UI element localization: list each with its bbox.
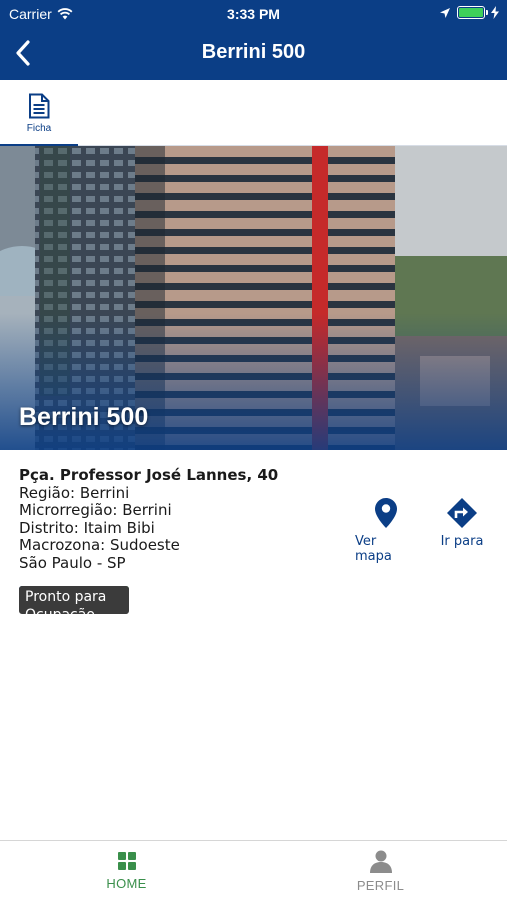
tab-perfil-label: PERFIL [356, 878, 405, 893]
bottom-tab-bar: HOME PERFIL [0, 840, 507, 900]
back-button[interactable] [6, 36, 40, 70]
directions-label: Ir para [440, 534, 484, 549]
page-title: Berrini 500 [201, 41, 306, 63]
status-time: 3:33 PM [227, 6, 280, 22]
directions-icon [447, 498, 477, 528]
top-bar: Carrier 3:33 PM Berrini 500 [0, 0, 507, 80]
cidade-text: São Paulo - SP [19, 553, 126, 572]
status-bar: Carrier 3:33 PM [0, 0, 507, 28]
location-arrow-icon [440, 7, 450, 18]
view-map-button[interactable]: Ver mapa [355, 497, 417, 564]
charging-bolt-icon [491, 6, 499, 19]
directions-button[interactable]: Ir para [431, 497, 493, 564]
tab-home[interactable]: HOME [0, 841, 253, 900]
location-actions: Ver mapa Ir para [355, 497, 493, 564]
document-icon [29, 93, 50, 118]
map-pin-icon [375, 498, 397, 528]
tab-strip: Ficha [0, 80, 507, 147]
tab-ficha[interactable]: Ficha [0, 80, 78, 147]
tab-perfil[interactable]: PERFIL [254, 841, 507, 900]
building-photo: Berrini 500 [0, 146, 507, 450]
battery-icon [457, 6, 488, 19]
tab-ficha-label: Ficha [26, 122, 52, 134]
hero-title: Berrini 500 [19, 403, 149, 431]
microrregiao-text: Microrregião: Berrini [19, 501, 172, 520]
tab-home-label: HOME [106, 876, 147, 891]
user-icon [369, 850, 392, 873]
macrozona-text: Macrozona: Sudoeste [19, 536, 180, 555]
view-map-label: Ver mapa [355, 534, 392, 564]
status-badge: Pronto para Ocupação [19, 586, 129, 623]
regiao-text: Região: Berrini [19, 483, 130, 502]
property-badges: Corporate A Pronto para Ocupação [19, 586, 129, 623]
property-details: Pça. Professor José Lannes, 40 Região: B… [19, 466, 359, 573]
grid-icon [117, 852, 136, 870]
chevron-left-icon [16, 40, 30, 66]
distrito-text: Distrito: Itaim Bibi [19, 518, 155, 537]
address-text: Pça. Professor José Lannes, 40 [19, 466, 279, 484]
status-right [439, 6, 499, 19]
nav-bar: Berrini 500 [0, 28, 507, 80]
